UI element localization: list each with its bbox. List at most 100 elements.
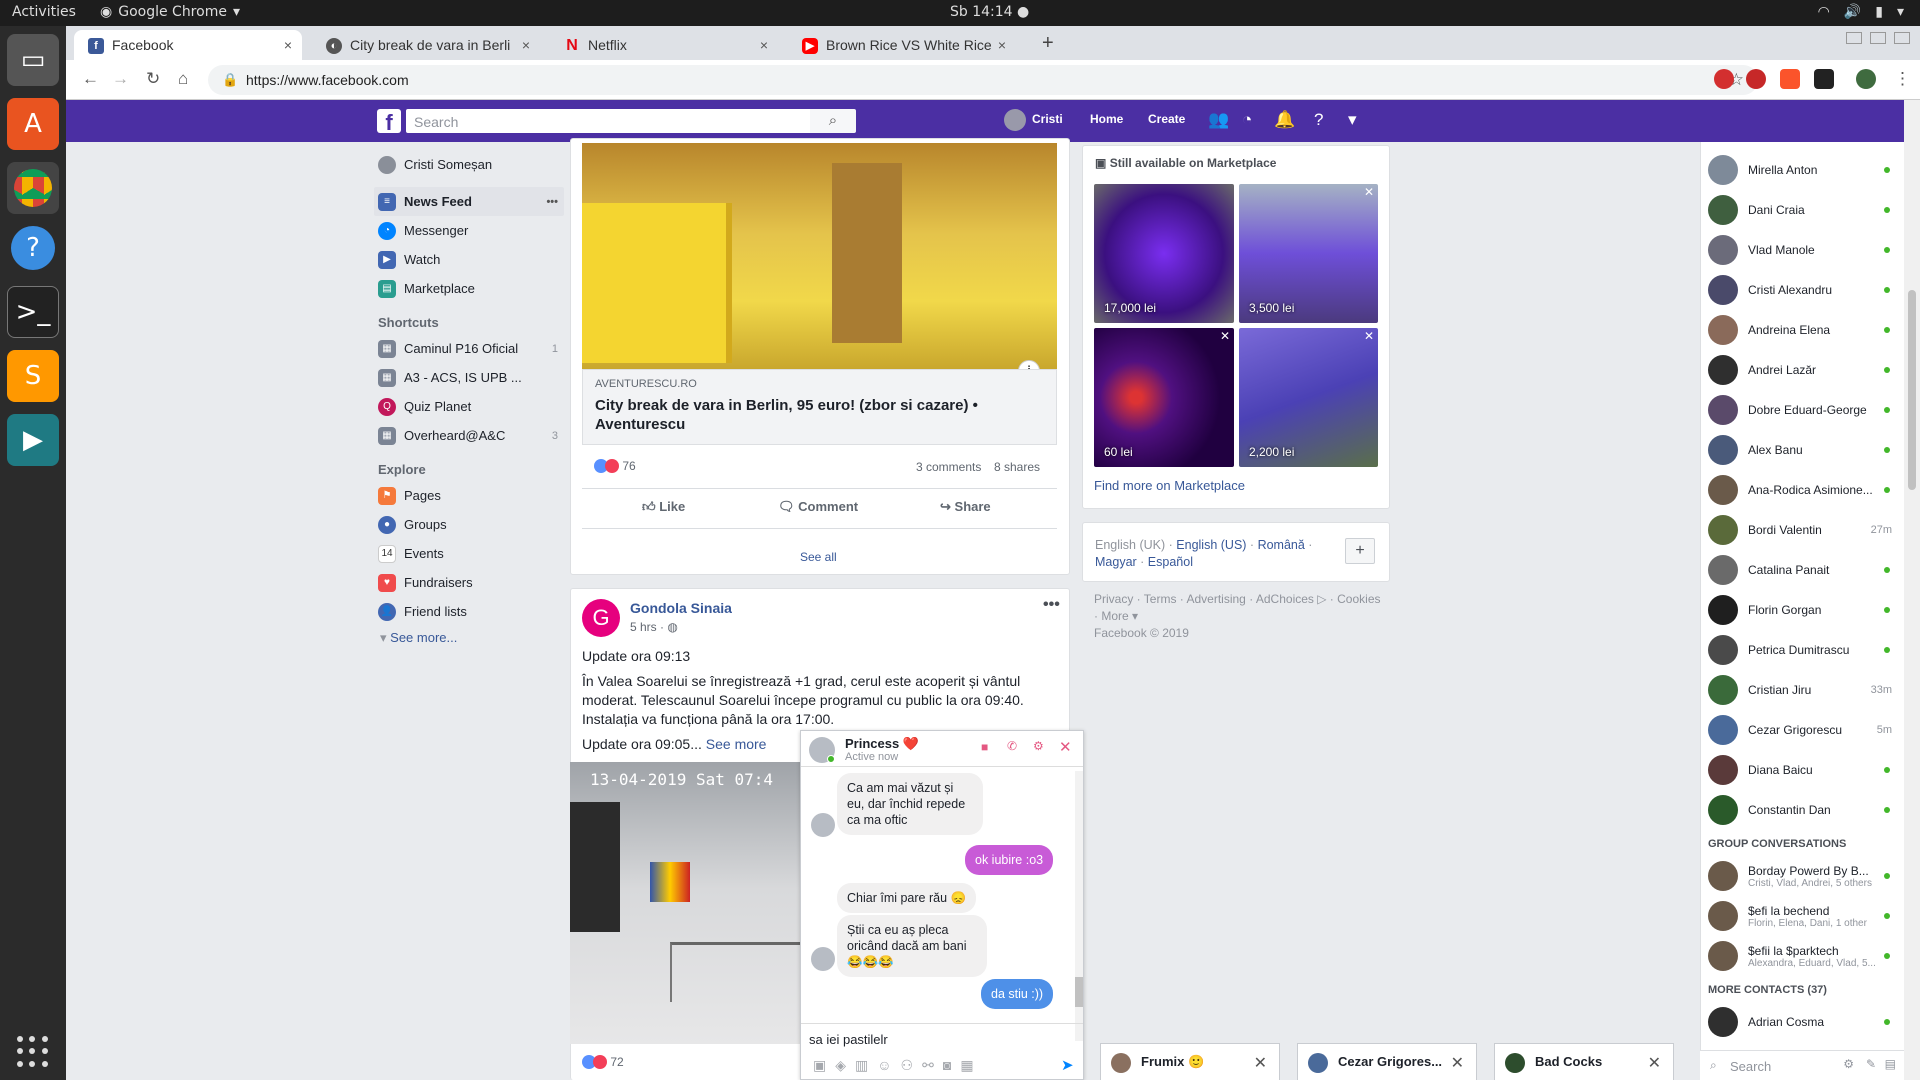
sidebar-item-friend-lists[interactable]: 👤 Friend lists — [374, 597, 564, 626]
sidebar-item-news-feed[interactable]: ≡ News Feed ••• — [374, 187, 564, 216]
sidebar-item-events[interactable]: 14 Events — [374, 539, 564, 568]
image-icon[interactable]: ▣ — [813, 1057, 826, 1074]
camera-icon[interactable]: ◙ — [943, 1057, 951, 1074]
menu-icon[interactable]: ⋮ — [1894, 69, 1911, 89]
brave-shield-icon[interactable] — [1780, 69, 1800, 89]
gear-icon[interactable]: ⚙ — [1033, 739, 1044, 753]
comments-count[interactable]: 3 comments — [916, 460, 981, 474]
close-tab-icon[interactable]: × — [998, 37, 1006, 53]
contact-item[interactable]: Alex Banu — [1700, 430, 1900, 470]
send-icon[interactable]: ➤ — [1061, 1056, 1074, 1074]
contact-item[interactable]: Cristi Alexandru — [1700, 270, 1900, 310]
contact-item[interactable]: Vlad Manole — [1700, 230, 1900, 270]
webcam-image[interactable]: 13-04-2019 Sat 07:4 — [570, 762, 800, 1044]
close-tab-icon[interactable]: × — [284, 37, 292, 53]
files-icon[interactable]: ▭ — [7, 34, 59, 86]
address-bar[interactable]: 🔒 https://www.facebook.com ☆ — [208, 65, 1758, 95]
back-icon[interactable]: ← — [82, 69, 99, 89]
contact-item[interactable]: Cezar Grigorescu 5m — [1700, 710, 1900, 750]
reactions-summary[interactable]: 72 — [582, 1055, 624, 1072]
messenger-icon[interactable]: ◔ — [1242, 110, 1252, 130]
tab-city-break[interactable]: ◐ City break de vara in Berli × — [312, 30, 540, 60]
contact-item[interactable]: Dani Craia — [1700, 190, 1900, 230]
tab-youtube[interactable]: ▶ Brown Rice VS White Rice × — [788, 30, 1016, 60]
compose-icon[interactable]: ✎ — [1866, 1057, 1876, 1071]
terms-link[interactable]: Terms — [1144, 592, 1177, 606]
gif-icon[interactable]: ▥ — [855, 1057, 868, 1074]
post-timestamp[interactable]: 5 hrs · ◍ — [630, 620, 678, 634]
group-conversation-item[interactable]: $efi la bechend Florin, Elena, Dani, 1 ot… — [1700, 896, 1900, 936]
emoji-icon[interactable]: ☺ — [877, 1057, 891, 1074]
post-link-image[interactable] — [582, 143, 1057, 369]
sidebar-item-watch[interactable]: ▶ Watch — [374, 245, 564, 274]
language-link[interactable]: English (US) — [1176, 538, 1246, 552]
contact-item[interactable]: Ana-Rodica Asimione... — [1700, 470, 1900, 510]
shares-count[interactable]: 8 shares — [994, 460, 1040, 474]
minimized-chat[interactable]: Cezar Grigores... ✕ — [1297, 1043, 1477, 1080]
marketplace-item[interactable]: 17,000 lei — [1094, 184, 1234, 323]
sidebar-item-shortcut[interactable]: ▦ Overheard@A&C 3 — [374, 421, 564, 450]
home-icon[interactable]: ⌂ — [178, 69, 188, 89]
contact-item[interactable]: Adrian Cosma — [1700, 1002, 1900, 1042]
close-tab-icon[interactable]: × — [760, 37, 768, 53]
options-icon[interactable]: ▤ — [1885, 1057, 1896, 1071]
friend-requests-icon[interactable]: 👥 — [1208, 110, 1229, 130]
close-icon[interactable]: ✕ — [1059, 738, 1072, 756]
chat-header[interactable]: Princess ❤️ Active now ■ ✆ ⚙ ✕ — [801, 731, 1083, 767]
app-menu[interactable]: ◉ Google Chrome ▾ — [100, 4, 240, 20]
search-icon[interactable]: ⌕ — [810, 109, 856, 133]
language-link[interactable]: Română — [1258, 538, 1305, 552]
profile-link[interactable]: Cristi Someșan — [374, 150, 564, 179]
close-tab-icon[interactable]: × — [522, 37, 530, 53]
marketplace-item[interactable]: ✕ 60 lei — [1094, 328, 1234, 467]
contact-item[interactable]: Andreina Elena — [1700, 310, 1900, 350]
chat-sidebar-search[interactable]: ⌕ Search ⚙ ✎ ▤ — [1700, 1050, 1904, 1080]
sidebar-item-marketplace[interactable]: ▤ Marketplace — [374, 274, 564, 303]
contact-item[interactable]: Florin Gorgan — [1700, 590, 1900, 630]
create-link[interactable]: Create — [1148, 112, 1185, 126]
close-icon[interactable]: ✕ — [1364, 329, 1374, 343]
page-avatar[interactable]: G — [582, 599, 620, 637]
game-icon[interactable]: ⚇ — [901, 1057, 914, 1074]
sidebar-item-fundraisers[interactable]: ♥ Fundraisers — [374, 568, 564, 597]
sidebar-item-shortcut[interactable]: ▦ A3 - ACS, IS UPB ... — [374, 363, 564, 392]
chat-scrollbar[interactable] — [1075, 771, 1083, 1041]
video-call-icon[interactable]: ■ — [981, 740, 988, 754]
language-link[interactable]: Magyar — [1095, 555, 1137, 569]
tab-netflix[interactable]: N Netflix × — [550, 30, 778, 60]
share-button[interactable]: ↪ Share — [940, 499, 991, 515]
group-conversation-item[interactable]: Borday Powerd By B... Cristi, Vlad, Andre… — [1700, 856, 1900, 896]
sidebar-item-shortcut[interactable]: ▦ Caminul P16 Oficial 1 — [374, 334, 564, 363]
contact-item[interactable]: Cristian Jiru 33m — [1700, 670, 1900, 710]
close-icon[interactable]: ✕ — [1364, 185, 1374, 199]
marketplace-item[interactable]: ✕ 3,500 lei — [1239, 184, 1378, 323]
home-link[interactable]: Home — [1090, 112, 1123, 126]
contact-item[interactable]: Mirella Anton — [1700, 150, 1900, 190]
see-more-link[interactable]: ▾ See more... — [380, 630, 564, 646]
page-scrollbar[interactable] — [1904, 100, 1920, 1080]
link-icon[interactable]: ⚯ — [922, 1057, 934, 1074]
close-icon[interactable]: ✕ — [1648, 1053, 1661, 1073]
contact-item[interactable]: Bordi Valentin 27m — [1700, 510, 1900, 550]
calendar-icon[interactable]: ▦ — [960, 1057, 973, 1074]
sublime-icon[interactable]: S — [7, 350, 59, 402]
account-menu-icon[interactable]: ▾ — [1348, 110, 1357, 130]
profile-link[interactable]: Cristi — [1032, 112, 1063, 126]
page-name-link[interactable]: Gondola Sinaia — [630, 600, 732, 616]
chat-message-input[interactable]: sa iei pastilelr — [809, 1032, 888, 1047]
see-all-link[interactable]: See all — [800, 550, 837, 564]
find-more-marketplace-link[interactable]: Find more on Marketplace — [1094, 478, 1245, 493]
sidebar-item-pages[interactable]: ⚑ Pages — [374, 481, 564, 510]
add-language-button[interactable]: + — [1345, 538, 1375, 564]
activities-button[interactable]: Activities — [12, 4, 76, 20]
extension-icon[interactable] — [1746, 69, 1766, 89]
see-more-link[interactable]: See more — [706, 736, 767, 752]
close-icon[interactable]: ✕ — [1451, 1053, 1464, 1073]
group-conversation-item[interactable]: $efii la $parktech Alexandra, Eduard, Vla… — [1700, 936, 1900, 976]
avatar[interactable] — [1004, 109, 1026, 131]
cookies-link[interactable]: Cookies — [1337, 592, 1380, 606]
reload-icon[interactable]: ↻ — [146, 69, 160, 89]
marketplace-item[interactable]: ✕ 2,200 lei — [1239, 328, 1378, 467]
show-apps-icon[interactable] — [17, 1036, 49, 1068]
advertising-link[interactable]: Advertising — [1186, 592, 1245, 606]
